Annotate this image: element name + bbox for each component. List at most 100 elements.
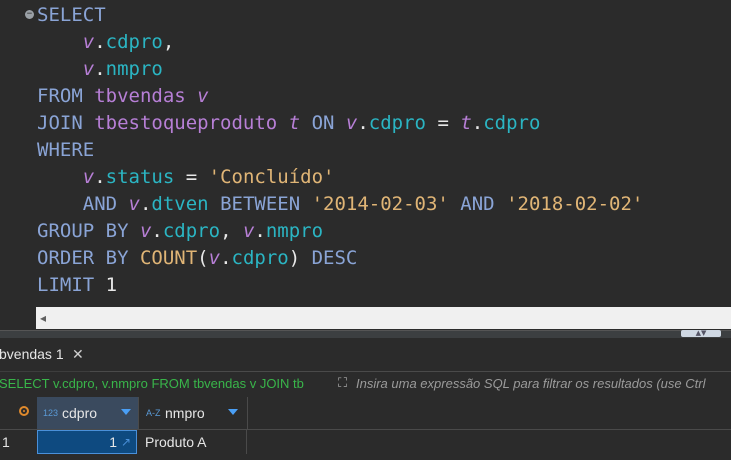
tab-results[interactable]: bvendas 1 ✕ — [0, 338, 90, 373]
code-token: cdpro — [368, 112, 426, 134]
code-token: tbvendas — [94, 85, 198, 107]
code-token: cdpro — [231, 247, 289, 269]
code-token: dtven — [151, 193, 209, 215]
text-type-icon: A-Z — [146, 408, 161, 418]
code-token: ON — [300, 112, 346, 134]
cell-value: 1 — [109, 434, 117, 450]
filter-input[interactable]: Insira uma expressão SQL para filtrar os… — [356, 372, 731, 396]
code-token: t — [460, 112, 472, 134]
editor-gutter — [0, 0, 36, 330]
code-line[interactable]: v.cdpro, — [37, 29, 175, 56]
scroll-left-arrow-icon[interactable]: ◂ — [40, 310, 46, 326]
numeric-type-icon: 123 — [43, 408, 59, 418]
code-token: . — [151, 220, 163, 242]
code-token: JOIN — [37, 112, 95, 134]
code-token: . — [139, 193, 152, 215]
results-tabbar: bvendas 1 ✕ — [0, 338, 731, 373]
fold-icon[interactable]: − — [25, 10, 34, 19]
code-token: cdpro — [483, 112, 541, 134]
column-header-nmpro[interactable]: A-Z nmpro — [139, 397, 248, 429]
code-token: v — [197, 85, 209, 107]
horizontal-scrollbar[interactable]: ◂ — [36, 307, 731, 329]
code-token: cdpro — [105, 31, 163, 53]
code-line[interactable]: v.nmpro — [37, 56, 163, 83]
code-token: . — [94, 31, 106, 53]
code-token: '2014-02-03' — [311, 193, 449, 215]
cell-cdpro[interactable]: 1 ↗ — [37, 430, 137, 454]
row-selector-icon[interactable] — [19, 406, 29, 416]
code-line[interactable]: WHERE — [37, 137, 94, 164]
code-token: WHERE — [37, 139, 95, 161]
code-token: v — [82, 31, 95, 53]
code-token: . — [254, 220, 266, 242]
tab-label: bvendas 1 — [0, 346, 64, 362]
code-token: BETWEEN — [208, 193, 312, 215]
code-token: , — [162, 31, 175, 53]
code-line[interactable]: LIMIT 1 — [37, 272, 117, 299]
code-token: 'Concluído' — [208, 166, 335, 188]
code-token: GROUP BY — [37, 220, 140, 242]
cell-value: Produto A — [145, 434, 207, 450]
code-token: FROM — [37, 85, 95, 107]
code-token: ORDER BY — [37, 247, 140, 269]
code-token: nmpro — [265, 220, 324, 242]
code-token: '2018-02-02' — [506, 193, 644, 215]
expand-icon[interactable]: ⛶ — [338, 376, 352, 390]
sql-editor[interactable]: − SELECT v.cdpro, v.nmpro FROM tbvendas v… — [0, 0, 731, 330]
panel-splitter[interactable] — [0, 330, 731, 338]
code-token: ( — [197, 247, 209, 269]
filter-query-text[interactable]: SELECT v.cdpro, v.nmpro FROM tbvendas v … — [0, 372, 333, 396]
code-line[interactable]: FROM tbvendas v — [37, 83, 209, 110]
code-token: . — [94, 58, 106, 80]
column-label: nmpro — [165, 405, 205, 421]
code-token: ) — [288, 247, 312, 269]
code-line[interactable]: SELECT — [37, 2, 106, 29]
code-line[interactable]: AND v.dtven BETWEEN '2014-02-03' AND '20… — [37, 191, 644, 218]
code-token: v — [242, 220, 255, 242]
code-token: . — [220, 247, 232, 269]
code-token: v — [208, 247, 221, 269]
code-token: AND — [37, 193, 129, 215]
column-label: cdpro — [62, 405, 98, 421]
code-token: v — [128, 193, 140, 215]
grid-bottom — [0, 454, 731, 460]
code-token: t — [288, 112, 301, 134]
table-row[interactable]: 1 1 ↗ Produto A — [0, 430, 731, 454]
code-token: DESC — [311, 247, 358, 269]
link-icon[interactable]: ↗ — [121, 430, 131, 454]
code-token: . — [471, 112, 484, 134]
code-token: nmpro — [105, 58, 163, 80]
code-token: v — [82, 166, 95, 188]
column-header-cdpro[interactable]: 123 cdpro — [37, 397, 139, 429]
results-grid-header: 123 cdpro A-Z nmpro — [0, 397, 731, 430]
code-token: LIMIT — [37, 274, 106, 296]
code-token: AND — [448, 193, 507, 215]
filter-bar: SELECT v.cdpro, v.nmpro FROM tbvendas v … — [0, 372, 731, 396]
code-token: v — [345, 112, 358, 134]
code-token: = — [426, 112, 461, 134]
code-token: status — [105, 166, 175, 188]
code-line[interactable]: GROUP BY v.cdpro, v.nmpro — [37, 218, 323, 245]
code-token: v — [82, 58, 95, 80]
row-number: 1 — [2, 434, 10, 450]
code-token: SELECT — [37, 4, 106, 26]
code-token: 1 — [105, 274, 118, 296]
code-token: . — [94, 166, 106, 188]
sort-dropdown-icon[interactable] — [228, 409, 238, 415]
sort-dropdown-icon[interactable] — [121, 409, 131, 415]
code-line[interactable]: JOIN tbestoqueproduto t ON v.cdpro = t.c… — [37, 110, 540, 137]
code-line[interactable]: ORDER BY COUNT(v.cdpro) DESC — [37, 245, 357, 272]
close-icon[interactable]: ✕ — [72, 338, 84, 371]
code-token: = — [174, 166, 209, 188]
code-token: v — [139, 220, 152, 242]
code-token: tbestoqueproduto — [94, 112, 289, 134]
code-token: cdpro — [162, 220, 221, 242]
splitter-toggle-icon[interactable]: ▲▼ — [681, 330, 721, 337]
code-token: COUNT — [139, 247, 198, 269]
code-line[interactable]: v.status = 'Concluído' — [37, 164, 335, 191]
code-token: . — [357, 112, 369, 134]
cell-nmpro[interactable]: Produto A — [139, 430, 247, 454]
